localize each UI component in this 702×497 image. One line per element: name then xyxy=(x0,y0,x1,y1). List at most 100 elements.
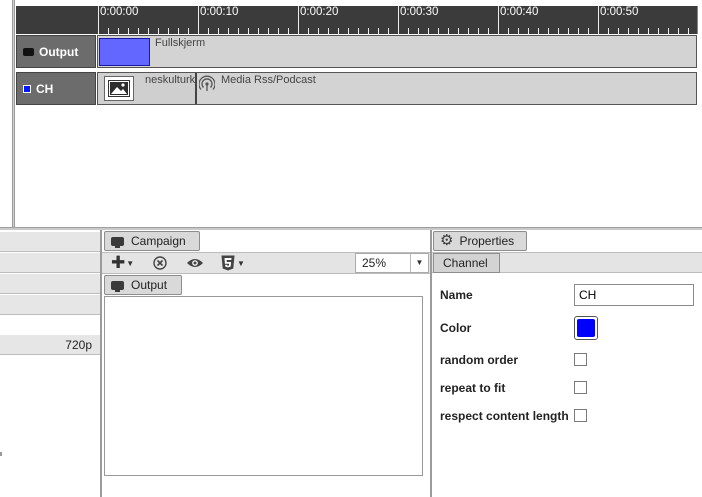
ruler-tick xyxy=(318,28,319,34)
ruler-tick xyxy=(448,28,449,34)
ruler-tick xyxy=(418,28,419,34)
ruler-tick xyxy=(288,28,289,34)
ruler-tick xyxy=(538,28,539,34)
ruler-tick xyxy=(128,28,129,34)
ruler-tick xyxy=(368,28,369,34)
monitor-icon xyxy=(111,280,124,292)
ruler-tick xyxy=(608,28,609,34)
ruler-tick xyxy=(668,28,669,34)
ruler-tick xyxy=(148,28,149,34)
ruler-tick xyxy=(408,28,409,34)
ruler-tick-label: 0:00:30 xyxy=(400,6,439,18)
chevron-down-icon: ▼ xyxy=(126,258,135,268)
random-order-label: random order xyxy=(440,353,519,367)
tab-label: Campaign xyxy=(131,234,186,248)
rss-icon xyxy=(198,75,216,91)
tab-label: Properties xyxy=(459,234,515,248)
ruler-tick xyxy=(258,28,259,34)
ruler-tick xyxy=(618,28,619,34)
ruler-tick-label: 0:00:50 xyxy=(600,6,639,18)
html5-icon xyxy=(221,255,235,271)
ruler-tick xyxy=(658,28,659,34)
random-order-checkbox[interactable] xyxy=(574,353,587,366)
ruler-tick-label: 0:00:20 xyxy=(300,6,339,18)
ruler-tick xyxy=(158,28,159,34)
name-field[interactable] xyxy=(574,284,694,306)
track-label-output[interactable]: Output xyxy=(16,35,96,68)
repeat-to-fit-checkbox[interactable] xyxy=(574,381,587,394)
ruler-tick xyxy=(548,28,549,34)
html5-button[interactable]: ▼ xyxy=(221,254,245,272)
list-item[interactable] xyxy=(0,253,100,273)
ruler-tick xyxy=(188,28,189,34)
ruler-tick xyxy=(568,28,569,34)
monitor-icon xyxy=(23,47,34,56)
ruler-tick xyxy=(438,28,439,34)
ruler-tick xyxy=(388,28,389,34)
output-preview[interactable] xyxy=(104,296,423,476)
ruler-tick xyxy=(138,28,139,34)
ruler-tick xyxy=(358,28,359,34)
ruler-tick xyxy=(688,28,689,34)
list-item[interactable]: 720p xyxy=(0,335,100,355)
ruler-tick xyxy=(638,28,639,34)
ruler-tick xyxy=(298,6,299,34)
ruler-tick xyxy=(428,28,429,34)
ruler-tick xyxy=(498,6,499,34)
tab-campaign[interactable]: Campaign xyxy=(104,231,200,251)
track-label-text: CH xyxy=(36,81,54,96)
preview-button[interactable] xyxy=(186,254,204,272)
remove-button[interactable] xyxy=(153,254,167,272)
ruler-tick xyxy=(178,28,179,34)
image-icon xyxy=(104,76,134,101)
ruler-tick xyxy=(598,6,599,34)
ruler-tick xyxy=(208,28,209,34)
track-label-ch[interactable]: CH xyxy=(16,72,96,105)
color-label: Color xyxy=(440,321,472,335)
ruler-tick xyxy=(578,28,579,34)
ruler-tick xyxy=(228,28,229,34)
tab-channel[interactable]: Channel xyxy=(433,253,500,273)
ruler-tick xyxy=(248,28,249,34)
ruler-tick xyxy=(488,28,489,34)
ruler-tick xyxy=(398,6,399,34)
respect-content-length-label: respect content length xyxy=(440,409,569,423)
ruler-tick xyxy=(678,28,679,34)
ruler-tick xyxy=(108,28,109,34)
ruler-tick xyxy=(508,28,509,34)
ruler-tick xyxy=(218,28,219,34)
tab-properties[interactable]: ⚙ Properties xyxy=(433,231,527,251)
plus-icon: ✚ xyxy=(111,253,126,272)
respect-content-length-checkbox[interactable] xyxy=(574,409,587,422)
clip-label: Media Rss/Podcast xyxy=(221,74,316,86)
ruler-tick xyxy=(558,28,559,34)
color-swatch-fill xyxy=(577,319,595,337)
ruler-tick xyxy=(98,6,99,34)
eye-icon xyxy=(187,259,203,267)
gear-icon: ⚙ xyxy=(440,232,454,249)
ruler-tick xyxy=(238,28,239,34)
tab-output[interactable]: Output xyxy=(104,275,182,295)
tab-label: Output xyxy=(131,278,168,292)
repeat-to-fit-label: repeat to fit xyxy=(440,381,506,395)
list-item[interactable] xyxy=(0,274,100,294)
zoom-select[interactable]: 25% ▼ xyxy=(355,253,429,273)
ruler-tick xyxy=(168,28,169,34)
color-picker[interactable] xyxy=(574,316,598,340)
name-label: Name xyxy=(440,288,473,302)
clip-fullskjerm[interactable] xyxy=(99,38,150,66)
list-item[interactable] xyxy=(0,295,100,315)
tab-label: Channel xyxy=(443,256,488,270)
ruler-tick xyxy=(468,28,469,34)
list-item[interactable] xyxy=(0,232,100,252)
timeline-ruler[interactable]: 0:00:00 0:00:10 0:00:20 0:00:30 0:00:40 0:00:… xyxy=(16,6,697,34)
add-button[interactable]: ✚ ▼ xyxy=(111,254,134,272)
ruler-tick xyxy=(338,28,339,34)
ruler-tick xyxy=(648,28,649,34)
ruler-tick xyxy=(458,28,459,34)
ruler-tick xyxy=(198,6,199,34)
ruler-tick xyxy=(528,28,529,34)
clip-label: neskulturkalender xyxy=(145,74,197,86)
ruler-tick xyxy=(308,28,309,34)
ruler-tick xyxy=(628,28,629,34)
